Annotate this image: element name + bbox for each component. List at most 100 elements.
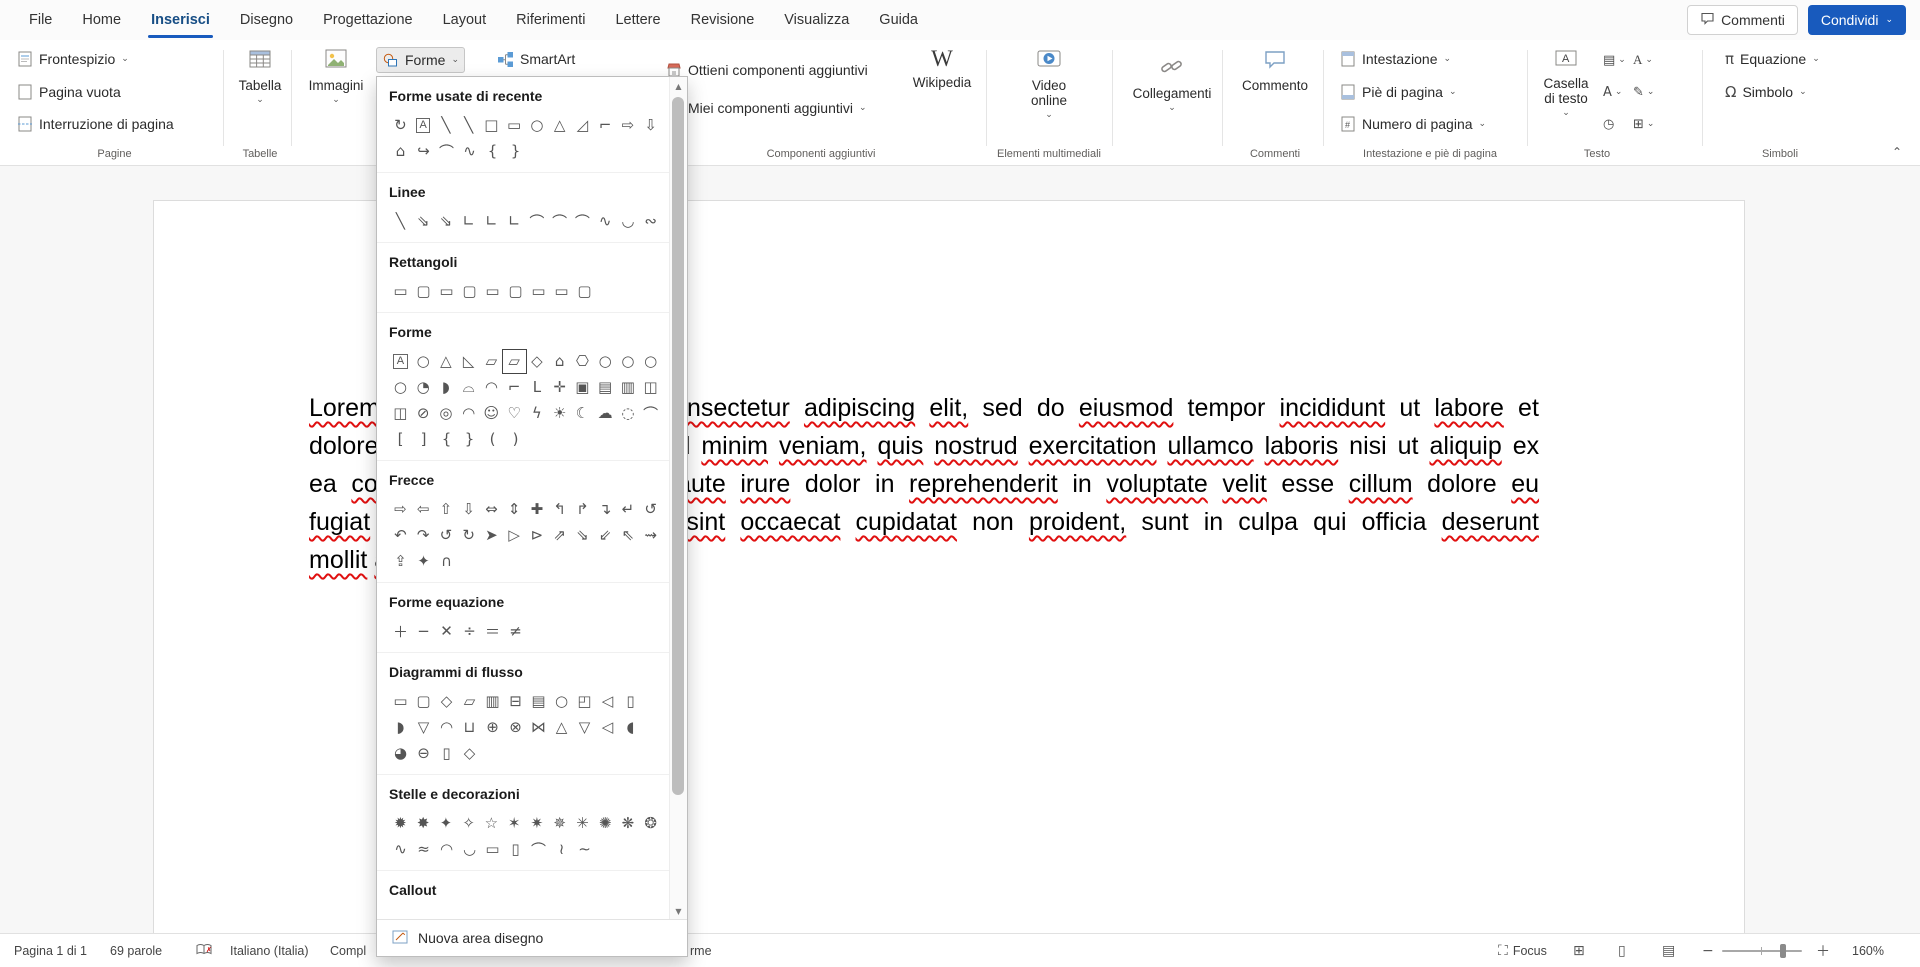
shape-cell[interactable]: ⎔ bbox=[571, 350, 594, 373]
tab-lettere[interactable]: Lettere bbox=[600, 0, 675, 40]
shape-cell[interactable]: ❋ bbox=[617, 812, 640, 835]
shape-cell[interactable]: ⌒ bbox=[526, 210, 549, 233]
shape-cell[interactable]: ▥ bbox=[481, 690, 504, 713]
shape-cell[interactable]: ◠ bbox=[480, 376, 503, 399]
shape-cell[interactable]: ↻ bbox=[389, 114, 412, 137]
tab-riferimenti[interactable]: Riferimenti bbox=[501, 0, 600, 40]
shape-cell[interactable]: △ bbox=[435, 350, 458, 373]
shape-cell[interactable]: ◇ bbox=[526, 350, 549, 373]
shape-cell[interactable]: ⌒ bbox=[571, 210, 594, 233]
proofing-status[interactable]: ✗ bbox=[196, 934, 212, 967]
shape-cell[interactable]: ○ bbox=[617, 350, 640, 373]
shape-cell[interactable]: ⇕ bbox=[503, 498, 526, 521]
shape-cell[interactable]: ↻ bbox=[457, 524, 480, 547]
oggetto-button[interactable]: ⊞⌄ bbox=[1633, 112, 1654, 136]
collegamenti-button[interactable]: Collegamenti ⌄ bbox=[1129, 54, 1215, 113]
shape-cell[interactable]: ☆ bbox=[480, 812, 503, 835]
shape-cell[interactable]: ▢ bbox=[573, 280, 596, 303]
tab-visualizza[interactable]: Visualizza bbox=[769, 0, 864, 40]
shapes-menu-scrollbar[interactable]: ▲ ▼ bbox=[669, 77, 687, 920]
shape-cell[interactable]: ∾ bbox=[639, 210, 662, 233]
shape-cell[interactable]: ○ bbox=[639, 350, 662, 373]
forme-button[interactable]: Forme ⌄ bbox=[376, 47, 465, 73]
shape-cell[interactable]: ▯ bbox=[435, 742, 458, 765]
shape-cell[interactable]: − bbox=[412, 620, 435, 643]
commento-button[interactable]: Commento bbox=[1237, 46, 1313, 93]
shape-cell[interactable]: ➤ bbox=[480, 524, 503, 547]
intestazione-button[interactable]: Intestazione ⌄ bbox=[1335, 47, 1456, 71]
shape-cell[interactable]: ╲ bbox=[457, 114, 480, 137]
shape-cell[interactable]: ▣ bbox=[571, 376, 594, 399]
shape-cell[interactable]: ◁ bbox=[596, 716, 619, 739]
shape-cell[interactable]: ▱ bbox=[458, 690, 481, 713]
shape-cell[interactable]: ▢ bbox=[412, 690, 435, 713]
shape-cell[interactable]: △ bbox=[550, 716, 573, 739]
shape-cell[interactable]: ◡ bbox=[617, 210, 640, 233]
shape-cell[interactable]: ( bbox=[481, 428, 504, 451]
shape-cell[interactable]: ⇗ bbox=[548, 524, 571, 547]
shape-cell[interactable]: ↺ bbox=[639, 498, 662, 521]
shape-cell[interactable]: ◗ bbox=[389, 716, 412, 739]
shape-cell[interactable]: ♡ bbox=[503, 402, 526, 425]
miei-componenti-button[interactable]: Miei componenti aggiuntivi ⌄ bbox=[661, 96, 872, 120]
shape-cell[interactable]: ⌒ bbox=[639, 402, 662, 425]
shape-cell[interactable]: ＋ bbox=[389, 620, 412, 643]
shape-cell[interactable]: ✷ bbox=[526, 812, 549, 835]
tab-progettazione[interactable]: Progettazione bbox=[308, 0, 427, 40]
scroll-down-arrow-icon[interactable]: ▼ bbox=[670, 903, 687, 919]
shape-cell[interactable]: ⇝ bbox=[639, 524, 662, 547]
casella-testo-button[interactable]: A Casella di testo ⌄ bbox=[1537, 46, 1595, 118]
data-ora-button[interactable]: ◷ bbox=[1603, 112, 1614, 136]
shape-cell[interactable]: ◫ bbox=[389, 402, 412, 425]
shape-cell[interactable]: A bbox=[389, 350, 412, 373]
tab-home[interactable]: Home bbox=[67, 0, 136, 40]
shape-cell[interactable]: A bbox=[412, 114, 435, 137]
shape-cell[interactable]: ▢ bbox=[458, 280, 481, 303]
shape-cell[interactable]: ◠ bbox=[457, 402, 480, 425]
shape-cell[interactable]: ▷ bbox=[503, 524, 526, 547]
shape-cell[interactable]: ▯ bbox=[504, 838, 527, 861]
zoom-out-button[interactable]: − bbox=[1702, 934, 1714, 967]
shape-cell[interactable]: ∟ bbox=[503, 210, 526, 233]
shape-cell[interactable]: ▭ bbox=[527, 280, 550, 303]
shape-cell[interactable]: ◗ bbox=[435, 376, 458, 399]
shape-cell[interactable]: ☁ bbox=[594, 402, 617, 425]
shape-cell[interactable]: ⇙ bbox=[594, 524, 617, 547]
shape-cell[interactable]: ✳ bbox=[571, 812, 594, 835]
shape-cell[interactable]: ✺ bbox=[594, 812, 617, 835]
interruzione-pagina-button[interactable]: Interruzione di pagina bbox=[12, 112, 179, 136]
shape-cell[interactable]: ↱ bbox=[571, 498, 594, 521]
shape-cell[interactable]: ◁ bbox=[596, 690, 619, 713]
shape-cell[interactable]: ∿ bbox=[389, 838, 412, 861]
shape-cell[interactable]: ○ bbox=[526, 114, 549, 137]
shape-cell[interactable]: ◇ bbox=[435, 690, 458, 713]
shape-cell[interactable]: ◿ bbox=[571, 114, 594, 137]
shape-cell[interactable]: [ bbox=[389, 428, 412, 451]
shape-cell[interactable]: ◌ bbox=[617, 402, 640, 425]
shape-cell[interactable]: ≀ bbox=[550, 838, 573, 861]
shape-cell[interactable]: ◎ bbox=[435, 402, 458, 425]
shape-cell[interactable]: ) bbox=[504, 428, 527, 451]
shape-cell[interactable]: ◡ bbox=[458, 838, 481, 861]
shape-cell[interactable]: ⌒ bbox=[527, 838, 550, 861]
shape-cell[interactable]: ⇧ bbox=[435, 498, 458, 521]
zoom-slider-track[interactable] bbox=[1722, 950, 1802, 952]
zoom-slider[interactable] bbox=[1722, 934, 1802, 967]
shape-cell[interactable]: ⊟ bbox=[504, 690, 527, 713]
shape-cell[interactable]: ▭ bbox=[481, 280, 504, 303]
read-mode-button[interactable]: ⊞ bbox=[1573, 934, 1585, 967]
shape-cell[interactable]: } bbox=[458, 428, 481, 451]
shape-cell[interactable]: ◫ bbox=[639, 376, 662, 399]
shape-cell[interactable]: ▱ bbox=[503, 350, 526, 373]
pagina-vuota-button[interactable]: Pagina vuota bbox=[12, 80, 126, 104]
shape-cell[interactable]: ○ bbox=[550, 690, 573, 713]
comments-button[interactable]: Commenti bbox=[1687, 5, 1798, 35]
shape-cell[interactable]: ⌂ bbox=[548, 350, 571, 373]
firma-button[interactable]: ✎⌄ bbox=[1633, 80, 1654, 104]
shape-cell[interactable]: ∩ bbox=[435, 550, 458, 573]
shape-cell[interactable]: ▥ bbox=[617, 376, 640, 399]
tab-inserisci[interactable]: Inserisci bbox=[136, 0, 225, 40]
print-layout-button[interactable]: ▯ bbox=[1618, 934, 1626, 967]
shape-cell[interactable]: ↰ bbox=[548, 498, 571, 521]
nuova-area-disegno-item[interactable]: Nuova area disegno bbox=[377, 919, 687, 956]
